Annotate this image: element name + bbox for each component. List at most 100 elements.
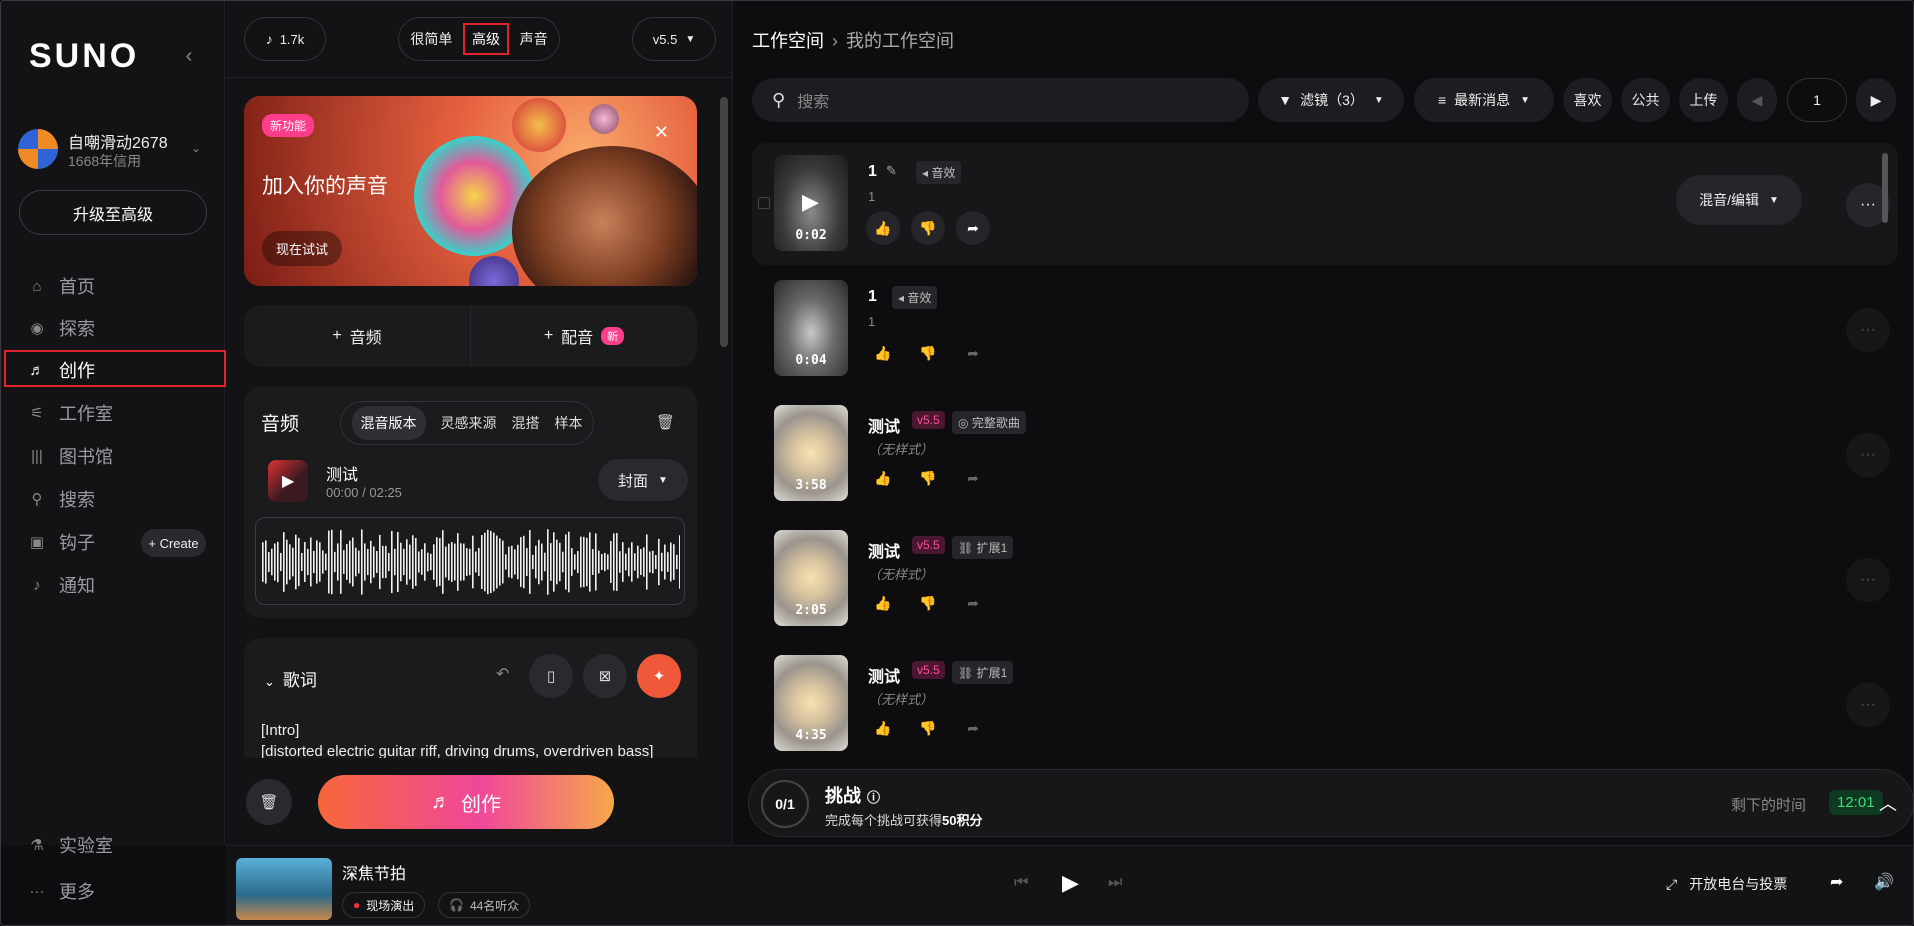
trash-icon[interactable]: 🗑 bbox=[656, 413, 675, 431]
share-icon[interactable]: ➦ bbox=[1830, 872, 1843, 892]
more-options-icon[interactable]: ··· bbox=[1846, 558, 1890, 602]
sort-button[interactable]: ≡ 最新消息 ▼ bbox=[1414, 78, 1554, 122]
public-filter-button[interactable]: 公共 bbox=[1621, 78, 1670, 122]
dislike-icon[interactable]: 👎 bbox=[911, 711, 945, 745]
version-select[interactable]: v5.5 ▼ bbox=[632, 17, 716, 61]
bookmark-button[interactable]: ▯ bbox=[529, 654, 573, 698]
sidebar-item-labs[interactable]: ⚗ 实验室 bbox=[27, 827, 217, 863]
sidebar-item-hooks[interactable]: ▣ 钩子 bbox=[27, 524, 127, 560]
upload-button[interactable]: 上传 bbox=[1679, 78, 1728, 122]
next-icon[interactable]: ⏭ bbox=[1108, 874, 1122, 892]
song-title[interactable]: 1 bbox=[868, 163, 877, 181]
more-options-icon[interactable]: ··· bbox=[1846, 433, 1890, 477]
create-hook-button[interactable]: + Create bbox=[141, 529, 206, 557]
challenge-bar[interactable]: 0/1 挑战 ⓘ 完成每个挑战可获得50积分 剩下的时间 12:01 ︿ bbox=[748, 769, 1913, 837]
chevron-up-icon[interactable]: ︿ bbox=[1879, 790, 1897, 816]
more-options-icon[interactable]: ··· bbox=[1846, 308, 1890, 352]
remix-edit-button[interactable]: 混音/编辑 ▼ bbox=[1676, 175, 1802, 225]
like-icon[interactable]: 👍 bbox=[866, 461, 900, 495]
song-title[interactable]: 测试 bbox=[868, 663, 900, 687]
open-radio-button[interactable]: ⤢ 开放电台与投票 bbox=[1666, 874, 1787, 894]
song-title[interactable]: 测试 bbox=[868, 413, 900, 437]
create-button[interactable]: ♬ 创作 bbox=[318, 775, 614, 829]
prev-page-button[interactable]: ◀ bbox=[1737, 78, 1777, 122]
note-count-button[interactable]: ♪ 1.7k bbox=[244, 17, 326, 61]
tab-sample[interactable]: 样本 bbox=[555, 413, 583, 433]
tab-mashup[interactable]: 混搭 bbox=[512, 413, 540, 433]
volume-icon[interactable]: 🔊 bbox=[1874, 872, 1894, 892]
search-input[interactable]: ⚲ 搜索 bbox=[752, 78, 1249, 122]
song-row[interactable]: 4:35 测试 v5.5 ⛓ 扩展1 （无样式） 👍 👎 ➦ ··· bbox=[752, 643, 1898, 765]
song-title[interactable]: 1 bbox=[868, 288, 877, 306]
mode-simple[interactable]: 很简单 bbox=[410, 29, 452, 49]
dislike-icon[interactable]: 👎 bbox=[911, 211, 945, 245]
add-audio-button[interactable]: + 音频 bbox=[244, 305, 471, 367]
more-options-icon[interactable]: ··· bbox=[1846, 683, 1890, 727]
lyrics-toggle[interactable]: ⌄ 歌词 bbox=[264, 666, 317, 691]
waveform[interactable] bbox=[255, 517, 685, 605]
track-play-button[interactable]: ▶ bbox=[268, 460, 308, 502]
filter-button[interactable]: ▼ 滤镜（3） ▼ bbox=[1258, 78, 1404, 122]
sidebar-item-explore[interactable]: ◉ 探索 bbox=[27, 310, 217, 346]
share-icon[interactable]: ➦ bbox=[956, 586, 990, 620]
song-row[interactable]: 3:58 测试 v5.5 ◎ 完整歌曲 （无样式） 👍 👎 ➦ ··· bbox=[752, 393, 1898, 515]
share-icon[interactable]: ➦ bbox=[956, 711, 990, 745]
scrollbar[interactable] bbox=[720, 97, 728, 347]
song-row[interactable]: ▶ 0:02 1 ✎ ◂ 音效 1 👍 👎 ➦ 混音/编辑 ▼ ··· bbox=[752, 143, 1898, 265]
song-thumbnail[interactable]: 4:35 bbox=[774, 655, 848, 751]
like-icon[interactable]: 👍 bbox=[866, 336, 900, 370]
collapse-sidebar-icon[interactable]: ‹ bbox=[179, 45, 199, 69]
like-icon[interactable]: 👍 bbox=[866, 586, 900, 620]
scrollbar[interactable] bbox=[1882, 153, 1888, 223]
dislike-icon[interactable]: 👎 bbox=[911, 461, 945, 495]
sidebar-item-search[interactable]: ⚲ 搜索 bbox=[27, 481, 217, 517]
player-title[interactable]: 深焦节拍 bbox=[342, 860, 406, 884]
sidebar-item-library[interactable]: ||| 图书馆 bbox=[27, 438, 217, 474]
try-now-button[interactable]: 现在试试 bbox=[262, 231, 343, 266]
upgrade-button[interactable]: 升级至高级 bbox=[19, 190, 207, 235]
dislike-icon[interactable]: 👎 bbox=[911, 586, 945, 620]
clear-lyrics-button[interactable]: ⊠ bbox=[583, 654, 627, 698]
song-thumbnail[interactable]: 3:58 bbox=[774, 405, 848, 501]
song-thumbnail[interactable]: 2:05 bbox=[774, 530, 848, 626]
cover-button[interactable]: 封面 ▼ bbox=[598, 459, 688, 501]
edit-icon[interactable]: ✎ bbox=[886, 163, 897, 179]
song-thumbnail[interactable]: ▶ 0:02 bbox=[774, 155, 848, 251]
tab-inspiration[interactable]: 灵感来源 bbox=[441, 413, 497, 433]
row-checkbox[interactable] bbox=[758, 197, 770, 209]
feature-banner[interactable]: 新功能 加入你的声音 现在试试 ✕ bbox=[244, 96, 697, 286]
next-page-button[interactable]: ▶ bbox=[1856, 78, 1896, 122]
share-icon[interactable]: ➦ bbox=[956, 211, 990, 245]
like-icon[interactable]: 👍 bbox=[866, 711, 900, 745]
sidebar-item-more[interactable]: ··· 更多 bbox=[27, 873, 217, 909]
likes-filter-button[interactable]: 喜欢 bbox=[1563, 78, 1612, 122]
clear-all-button[interactable]: 🗑 bbox=[246, 779, 292, 825]
tab-remix[interactable]: 混音版本 bbox=[351, 406, 426, 440]
mode-voice[interactable]: 声音 bbox=[520, 29, 548, 49]
avatar[interactable] bbox=[18, 129, 58, 169]
share-icon[interactable]: ➦ bbox=[956, 336, 990, 370]
sidebar-item-notifications[interactable]: ♪ 通知 bbox=[27, 567, 217, 603]
lyrics-editor[interactable]: [Intro] [distorted electric guitar riff,… bbox=[261, 720, 653, 758]
mode-advanced[interactable]: 高级 bbox=[462, 23, 509, 55]
close-icon[interactable]: ✕ bbox=[654, 122, 669, 143]
song-row[interactable]: 0:04 1 ◂ 音效 1 👍 👎 ➦ ··· bbox=[752, 268, 1898, 390]
username[interactable]: 自嘲滑动2678 bbox=[68, 129, 168, 153]
info-icon[interactable]: ⓘ bbox=[867, 790, 880, 805]
sidebar-item-studio[interactable]: ⚟ 工作室 bbox=[27, 395, 217, 431]
play-icon[interactable]: ▶ bbox=[1062, 870, 1079, 896]
chevron-down-icon[interactable]: ⌄ bbox=[191, 141, 201, 155]
share-icon[interactable]: ➦ bbox=[956, 461, 990, 495]
suno-logo[interactable]: SUNO bbox=[29, 37, 139, 76]
breadcrumb-root[interactable]: 工作空间 bbox=[752, 31, 824, 51]
previous-icon[interactable]: ⏮ bbox=[1014, 874, 1028, 892]
sidebar-item-home[interactable]: ⌂ 首页 bbox=[27, 268, 217, 304]
page-input[interactable]: 1 bbox=[1787, 78, 1847, 122]
player-thumbnail[interactable] bbox=[236, 858, 332, 920]
song-row[interactable]: 2:05 测试 v5.5 ⛓ 扩展1 （无样式） 👍 👎 ➦ ··· bbox=[752, 518, 1898, 640]
song-thumbnail[interactable]: 0:04 bbox=[774, 280, 848, 376]
undo-icon[interactable]: ↶ bbox=[496, 664, 509, 684]
magic-wand-button[interactable]: ✦ bbox=[637, 654, 681, 698]
add-voice-button[interactable]: + 配音新 bbox=[471, 305, 697, 367]
like-icon[interactable]: 👍 bbox=[866, 211, 900, 245]
